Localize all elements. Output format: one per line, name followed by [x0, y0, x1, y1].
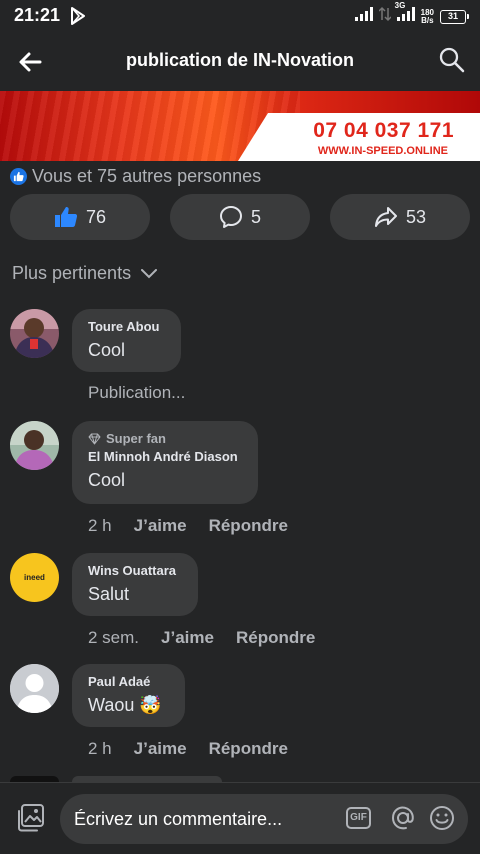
comment-bubble[interactable]: Paul Adaé Waou 🤯: [72, 664, 185, 727]
comment-button[interactable]: 5: [170, 194, 310, 240]
comment-author[interactable]: Toure Abou: [88, 319, 165, 334]
avatar[interactable]: ineed: [10, 553, 59, 602]
comment-text: Waou 🤯: [88, 695, 162, 715]
comment-author[interactable]: Wins Ouattara: [88, 563, 182, 578]
status-icons: 3G 180 B/s 31: [354, 1, 469, 27]
comment-time: 2 h: [88, 516, 112, 535]
status-bar: 21:21 3G 180 B/s 31: [0, 0, 480, 32]
network-type: 3G: [394, 1, 406, 10]
like-reaction-icon: [10, 168, 27, 185]
comment-meta: Publication...: [88, 383, 185, 403]
share-count: 53: [405, 206, 427, 227]
reactions-summary[interactable]: Vous et 75 autres personnes: [10, 166, 261, 187]
status-time: 21:21: [14, 5, 61, 25]
play-store-icon: [70, 7, 86, 30]
reactions-summary-text: Vous et 75 autres personnes: [32, 166, 262, 186]
banner-phone: 07 04 037 171: [313, 119, 454, 142]
comment-item: Toure Abou Cool Publication...: [10, 309, 470, 404]
signal-3g-icon: 3G: [395, 1, 415, 26]
data-transfer-icon: [378, 6, 392, 27]
comment-reply-button[interactable]: Répondre: [209, 739, 288, 759]
share-button[interactable]: 53: [330, 194, 470, 240]
back-button[interactable]: [14, 46, 46, 78]
avatar[interactable]: [10, 664, 59, 713]
mention-button[interactable]: [390, 804, 416, 832]
battery-icon: 31: [440, 9, 469, 24]
search-button[interactable]: [438, 46, 466, 74]
comment-bubble[interactable]: Toure Abou Cool: [72, 309, 181, 372]
post-actions: 76 5 53: [10, 194, 470, 240]
chevron-down-icon: [141, 268, 158, 278]
thumbs-up-icon: [54, 207, 78, 227]
post-image-banner[interactable]: 07 04 037 171 WWW.IN-SPEED.ONLINE: [0, 91, 480, 161]
comment-item: ineed Wins Ouattara Salut 2 sem. J’aime …: [10, 553, 470, 653]
at-sign-icon: [391, 806, 414, 830]
signal-icon: [354, 7, 373, 26]
avatar[interactable]: [10, 309, 59, 358]
arrow-left-icon: [19, 52, 42, 72]
comment-like-button[interactable]: J’aime: [161, 628, 214, 648]
avatar[interactable]: [10, 421, 59, 470]
comment-composer: Écrivez un commentaire... GIF: [0, 782, 480, 854]
comment-count: 5: [250, 206, 261, 227]
comment-like-button[interactable]: J’aime: [134, 516, 187, 536]
comment-text: Salut: [88, 584, 130, 604]
like-button[interactable]: 76: [10, 194, 150, 240]
comment-author[interactable]: El Minnoh André Diason: [88, 449, 242, 464]
net-speed: 180 B/s: [421, 8, 434, 25]
comment-text: Cool: [88, 340, 126, 360]
comment-author[interactable]: Paul Adaé: [88, 674, 169, 689]
share-icon: [374, 207, 397, 227]
banner-url: WWW.IN-SPEED.ONLINE: [317, 145, 448, 157]
page-title: publication de IN-Novation: [126, 50, 354, 70]
header-bar: publication de IN-Novation: [0, 32, 480, 90]
comment-time: 2 sem.: [88, 628, 140, 647]
comment-time: 2 h: [88, 739, 112, 758]
image-gallery-icon: [18, 804, 44, 832]
net-speed-unit: B/s: [421, 15, 434, 25]
badge-label: Super fan: [106, 431, 166, 446]
comment-sort-dropdown[interactable]: Plus pertinents: [12, 263, 158, 284]
comment-text: Cool: [88, 470, 126, 490]
emoji-button[interactable]: [428, 804, 456, 832]
comment-item: Super fan El Minnoh André Diason Cool 2 …: [10, 421, 470, 541]
sort-label: Plus pertinents: [12, 263, 132, 283]
smiley-icon: [430, 806, 454, 830]
comment-reply-button[interactable]: Répondre: [209, 516, 288, 536]
like-count: 76: [85, 206, 107, 227]
comment-posting-status: Publication...: [88, 383, 186, 402]
comment-like-button[interactable]: J’aime: [134, 739, 187, 759]
photo-gallery-button[interactable]: [16, 803, 46, 833]
comment-meta: 2 sem. J’aime Répondre: [88, 628, 315, 648]
default-avatar-icon: [10, 664, 59, 713]
comment-input-placeholder: Écrivez un commentaire...: [74, 809, 283, 829]
comment-meta: 2 h J’aime Répondre: [88, 739, 288, 759]
super-fan-badge: Super fan: [88, 431, 242, 446]
comment-input[interactable]: Écrivez un commentaire... GIF: [60, 794, 468, 844]
avatar-logo-text: ineed: [24, 573, 45, 582]
comment-reply-button[interactable]: Répondre: [236, 628, 315, 648]
diamond-icon: [88, 433, 101, 444]
search-icon: [439, 47, 465, 73]
comment-bubble[interactable]: Wins Ouattara Salut: [72, 553, 198, 616]
comment-bubble[interactable]: Super fan El Minnoh André Diason Cool: [72, 421, 258, 504]
comment-meta: 2 h J’aime Répondre: [88, 516, 288, 536]
gif-button[interactable]: GIF: [346, 807, 371, 829]
comment-icon: [219, 206, 242, 228]
comment-item: Paul Adaé Waou 🤯 2 h J’aime Répondre: [10, 664, 470, 764]
